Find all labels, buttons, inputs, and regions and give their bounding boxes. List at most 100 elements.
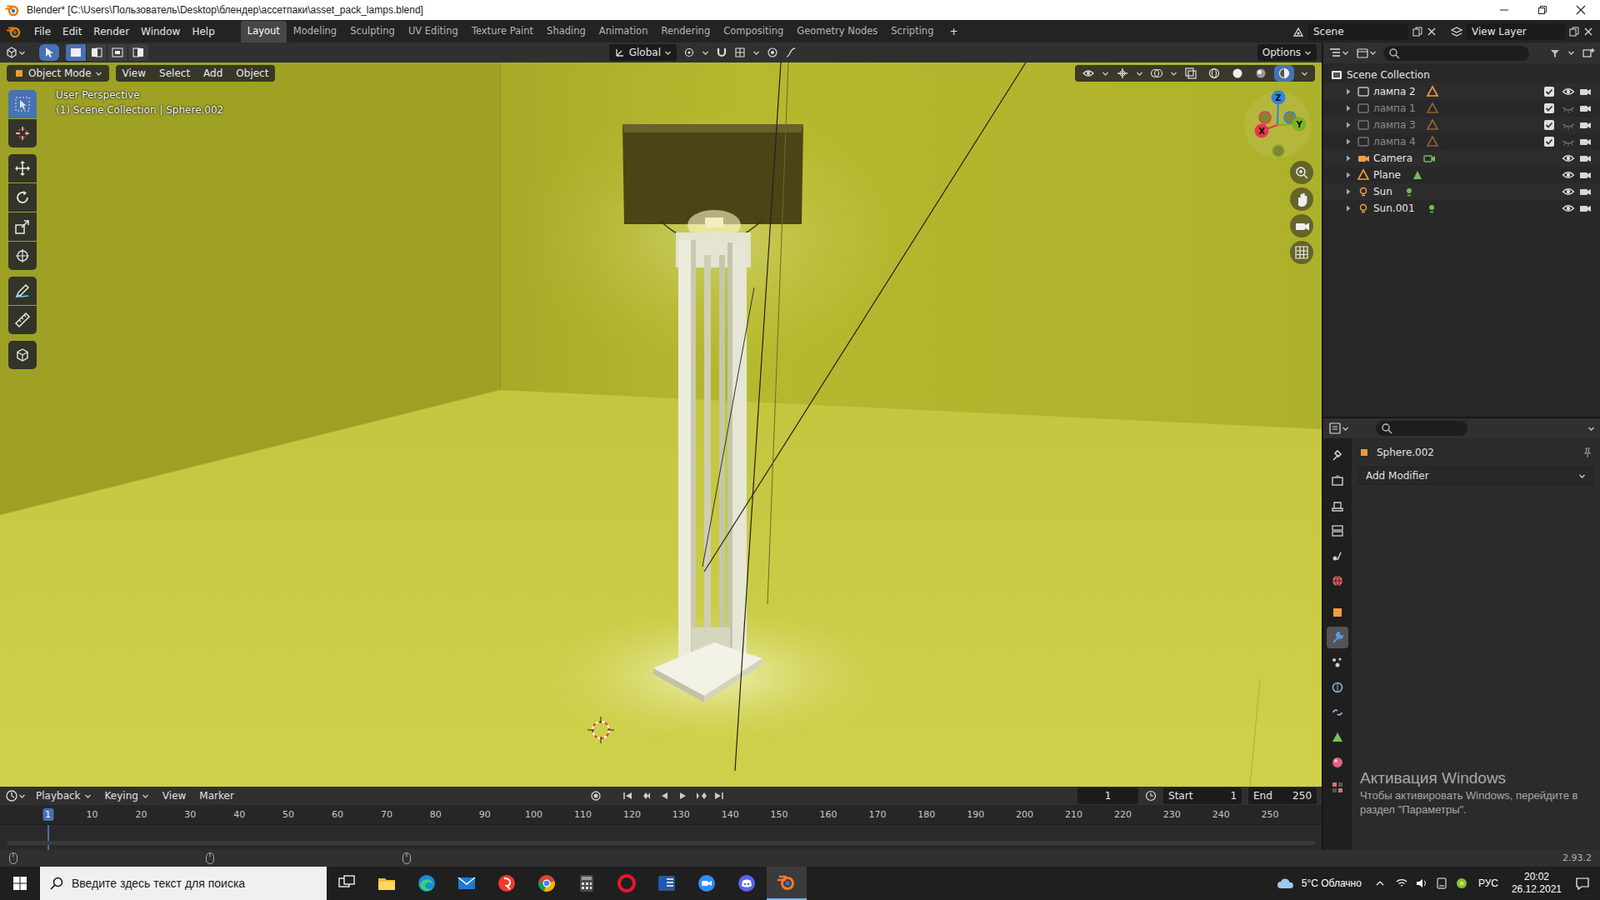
outliner-search[interactable]	[1383, 45, 1530, 61]
include-checkbox[interactable]	[1543, 85, 1555, 98]
axis-label[interactable]: Y	[1292, 117, 1307, 132]
maximize-icon[interactable]	[1523, 0, 1562, 20]
pin-icon[interactable]	[1581, 446, 1594, 459]
include-checkbox[interactable]	[1543, 102, 1555, 115]
include-checkbox[interactable]	[1543, 135, 1555, 148]
menu-label[interactable]: Playback	[35, 788, 81, 804]
timeline-menu[interactable]: Keying	[101, 788, 153, 804]
discord-icon[interactable]	[726, 866, 767, 900]
weather-text[interactable]: 5°C Облачно	[1301, 875, 1362, 891]
outliner-row[interactable]: Sun	[1323, 183, 1600, 200]
expand-arrow-icon[interactable]	[1343, 120, 1354, 130]
expand-arrow-icon[interactable]	[1343, 103, 1354, 114]
workspace-tab[interactable]: Sculpting	[343, 20, 402, 43]
mode-dropdown[interactable]: Object Mode	[6, 65, 110, 82]
outliner-row[interactable]: лампа 1	[1323, 100, 1600, 117]
frame-ruler[interactable]: 1102030405060708090100110120130140150160…	[0, 805, 1322, 825]
menu-item[interactable]: Select	[159, 65, 190, 81]
properties-tab-icon[interactable]	[1326, 545, 1349, 567]
select-tool-icon[interactable]	[39, 44, 60, 61]
properties-tab-icon[interactable]	[1326, 601, 1349, 624]
render-camera-icon[interactable]	[1578, 151, 1592, 165]
display-mode-button[interactable]	[1355, 46, 1377, 60]
eye-icon[interactable]	[1561, 201, 1575, 215]
scene-field[interactable]: Scene	[1308, 23, 1409, 40]
blender-menu-icon[interactable]	[6, 25, 22, 39]
outliner-row[interactable]: Scene Collection	[1323, 66, 1600, 84]
end-value[interactable]: 250	[1292, 788, 1312, 804]
render-camera-icon[interactable]	[1578, 101, 1592, 115]
timeline-menu[interactable]: View	[159, 788, 190, 804]
clock[interactable]: 20:0226.12.2021	[1505, 870, 1569, 896]
properties-tab-icon[interactable]	[1326, 726, 1349, 749]
menu-item[interactable]: Help	[185, 22, 220, 41]
select-box-icon[interactable]	[8, 90, 37, 119]
eye-closed-icon[interactable]	[1561, 118, 1575, 132]
close-icon[interactable]	[1561, 0, 1600, 20]
properties-tab-icon[interactable]	[1326, 701, 1349, 724]
view-layer-icon[interactable]	[1450, 25, 1464, 39]
menu-label[interactable]: View	[162, 788, 186, 804]
object-name[interactable]: Sphere.002	[1376, 445, 1575, 460]
menu-label[interactable]: Keying	[105, 788, 139, 804]
input-language[interactable]: РУС	[1471, 875, 1505, 891]
edge-icon[interactable]	[406, 866, 447, 900]
workspace-tab[interactable]: Animation	[592, 20, 655, 43]
menu-label[interactable]: Marker	[199, 788, 234, 804]
shading-mode-icon[interactable]	[1227, 65, 1248, 82]
properties-tab-icon[interactable]	[1326, 445, 1349, 467]
network-icon[interactable]	[1391, 876, 1412, 890]
expand-arrow-icon[interactable]	[1343, 186, 1354, 197]
properties-tab-icon[interactable]	[1326, 520, 1349, 542]
prev-keyframe-icon[interactable]	[640, 790, 652, 802]
render-camera-icon[interactable]	[1578, 185, 1592, 199]
workspace-tab[interactable]: Modeling	[286, 20, 344, 43]
expand-arrow-icon[interactable]	[1343, 86, 1354, 97]
mesh-icon[interactable]	[1425, 118, 1440, 132]
next-keyframe-icon[interactable]	[695, 790, 707, 802]
minimize-icon[interactable]	[1485, 0, 1524, 20]
add-modifier-dropdown[interactable]: Add Modifier	[1358, 466, 1594, 485]
new-collection-icon[interactable]	[1581, 46, 1595, 60]
falloff-icon[interactable]	[785, 46, 797, 59]
snap-grid-icon[interactable]	[734, 46, 746, 59]
show-hidden-icons-icon[interactable]	[1368, 878, 1392, 889]
outliner-row[interactable]: лампа 3	[1323, 116, 1600, 134]
item-name[interactable]: лампа 1	[1373, 100, 1416, 116]
start-frame-field[interactable]: Start1	[1163, 787, 1242, 805]
eye-icon[interactable]	[1561, 185, 1575, 199]
copy-icon[interactable]	[1568, 25, 1580, 38]
eye-icon[interactable]	[1561, 168, 1575, 182]
calculator-icon[interactable]	[566, 866, 607, 900]
zoom-icon[interactable]	[1290, 160, 1314, 185]
notifications-icon[interactable]	[1568, 875, 1597, 891]
object-data-icon[interactable]	[1422, 151, 1436, 165]
word-icon[interactable]	[646, 866, 687, 900]
options-label[interactable]: Options	[1262, 45, 1301, 60]
shading-mode-icon[interactable]	[1204, 65, 1225, 82]
measure-icon[interactable]	[8, 305, 37, 335]
timeline-menu[interactable]: Playback	[32, 788, 95, 804]
editor-type-button[interactable]	[5, 45, 26, 60]
outliner-row[interactable]: Sun.001	[1323, 200, 1600, 217]
copy-icon[interactable]	[1411, 25, 1424, 38]
eye-closed-icon[interactable]	[1561, 135, 1575, 149]
ortho-grid-icon[interactable]	[1290, 240, 1314, 265]
properties-tab-icon[interactable]	[1326, 570, 1349, 592]
record-icon[interactable]	[590, 790, 602, 802]
workspace-tab[interactable]: Geometry Nodes	[790, 20, 885, 43]
delete-icon[interactable]	[1583, 26, 1594, 37]
render-camera-icon[interactable]	[1578, 118, 1592, 132]
eye-closed-icon[interactable]	[1561, 101, 1575, 115]
storage-icon[interactable]	[1431, 876, 1452, 890]
item-name[interactable]: лампа 2	[1373, 84, 1416, 100]
mesh-icon[interactable]	[1425, 85, 1440, 99]
properties-tab-icon[interactable]	[1326, 751, 1349, 774]
annotate-icon[interactable]	[8, 276, 37, 305]
expand-arrow-icon[interactable]	[1343, 203, 1354, 214]
clock-date[interactable]: 26.12.2021	[1511, 883, 1562, 896]
delete-icon[interactable]	[1426, 26, 1437, 37]
opera-icon[interactable]	[606, 866, 647, 900]
render-camera-icon[interactable]	[1578, 201, 1592, 215]
menu-item[interactable]: Window	[135, 22, 186, 41]
